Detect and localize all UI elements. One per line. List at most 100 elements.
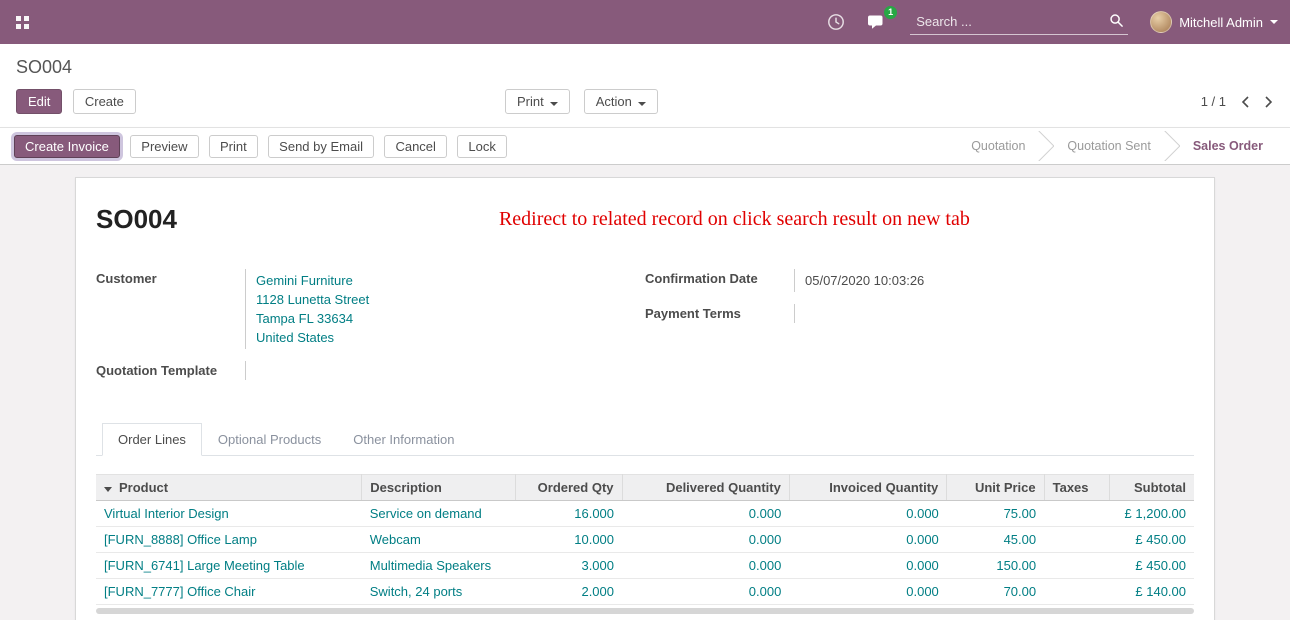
state-quotation-sent[interactable]: Quotation Sent xyxy=(1054,131,1163,161)
action-dropdown[interactable]: Action xyxy=(584,89,658,114)
user-menu[interactable]: Mitchell Admin xyxy=(1150,11,1278,33)
customer-street: 1128 Lunetta Street xyxy=(256,290,369,309)
print-button[interactable]: Print xyxy=(209,135,258,158)
table-row[interactable]: [FURN_8888] Office Lamp Webcam 10.000 0.… xyxy=(96,527,1194,553)
order-lines-table: Product Description Ordered Qty Delivere… xyxy=(96,474,1194,605)
breadcrumb-bar: SO004 xyxy=(0,44,1290,80)
notebook-tabs: Order Lines Optional Products Other Info… xyxy=(96,422,1194,456)
cell-delivered-qty: 0.000 xyxy=(622,501,789,527)
table-row[interactable]: Virtual Interior Design Service on deman… xyxy=(96,501,1194,527)
cell-product: Virtual Interior Design xyxy=(96,501,362,527)
messages-icon[interactable]: 1 xyxy=(867,13,888,31)
preview-button[interactable]: Preview xyxy=(130,135,198,158)
cell-ordered-qty: 16.000 xyxy=(516,501,622,527)
cell-description: Webcam xyxy=(362,527,516,553)
chevron-down-icon xyxy=(638,102,646,106)
pager: 1 / 1 xyxy=(1201,94,1274,109)
table-scrollbar[interactable] xyxy=(96,608,1194,614)
confirmation-date-value: 05/07/2020 10:03:26 xyxy=(795,269,924,292)
chevron-down-icon xyxy=(550,102,558,106)
user-name: Mitchell Admin xyxy=(1179,15,1263,30)
cell-taxes xyxy=(1044,501,1110,527)
create-button[interactable]: Create xyxy=(73,89,136,114)
pager-next-icon[interactable] xyxy=(1264,95,1274,109)
customer-country: United States xyxy=(256,328,369,347)
tab-order-lines[interactable]: Order Lines xyxy=(102,423,202,456)
cell-ordered-qty: 3.000 xyxy=(516,553,622,579)
col-invoiced-qty: Invoiced Quantity xyxy=(789,475,946,501)
cell-delivered-qty: 0.000 xyxy=(622,579,789,605)
col-product: Product xyxy=(96,475,362,501)
annotation-text: Redirect to related record on click sear… xyxy=(499,208,970,231)
cell-ordered-qty: 2.000 xyxy=(516,579,622,605)
search-input[interactable] xyxy=(910,9,1128,35)
apps-menu-icon[interactable] xyxy=(12,12,33,33)
customer-label: Customer xyxy=(96,269,246,349)
table-row[interactable]: [FURN_6741] Large Meeting Table Multimed… xyxy=(96,553,1194,579)
column-toggle-icon[interactable] xyxy=(104,487,112,492)
control-panel-buttons: Edit Create Print Action 1 / 1 xyxy=(0,80,1290,127)
cell-delivered-qty: 0.000 xyxy=(622,527,789,553)
cancel-button[interactable]: Cancel xyxy=(384,135,446,158)
cell-taxes xyxy=(1044,553,1110,579)
print-dropdown[interactable]: Print xyxy=(505,89,570,114)
sales-order-sheet: SO004 Redirect to related record on clic… xyxy=(75,177,1215,620)
messages-badge: 1 xyxy=(884,6,897,19)
col-ordered-qty: Ordered Qty xyxy=(516,475,622,501)
state-sales-order[interactable]: Sales Order xyxy=(1180,131,1276,161)
cell-unit-price: 45.00 xyxy=(947,527,1044,553)
col-description: Description xyxy=(362,475,516,501)
state-separator xyxy=(1164,131,1180,161)
create-invoice-button[interactable]: Create Invoice xyxy=(14,135,120,158)
quotation-template-value xyxy=(246,361,256,380)
right-field-group: Confirmation Date 05/07/2020 10:03:26 Pa… xyxy=(645,269,1194,392)
cell-description: Multimedia Speakers xyxy=(362,553,516,579)
search-icon[interactable] xyxy=(1109,13,1124,33)
edit-button[interactable]: Edit xyxy=(16,89,62,114)
tab-optional-products[interactable]: Optional Products xyxy=(202,423,337,456)
cell-delivered-qty: 0.000 xyxy=(622,553,789,579)
search-box xyxy=(910,9,1128,35)
statusbar: Create Invoice Preview Print Send by Ema… xyxy=(0,127,1290,165)
cp-center-buttons: Print Action xyxy=(505,89,658,114)
content-area: SO004 Redirect to related record on clic… xyxy=(0,165,1290,620)
state-separator xyxy=(1038,131,1054,161)
avatar xyxy=(1150,11,1172,33)
table-row[interactable]: [FURN_7777] Office Chair Switch, 24 port… xyxy=(96,579,1194,605)
customer-link[interactable]: Gemini Furniture xyxy=(256,273,353,288)
col-delivered-qty: Delivered Quantity xyxy=(622,475,789,501)
payment-terms-label: Payment Terms xyxy=(645,304,795,323)
pager-value[interactable]: 1 / 1 xyxy=(1201,94,1226,109)
cell-product: [FURN_8888] Office Lamp xyxy=(96,527,362,553)
breadcrumb: SO004 xyxy=(16,57,1274,78)
cell-subtotal: £ 1,200.00 xyxy=(1110,501,1194,527)
cell-description: Service on demand xyxy=(362,501,516,527)
chevron-down-icon xyxy=(1270,20,1278,24)
cell-subtotal: £ 140.00 xyxy=(1110,579,1194,605)
confirmation-date-label: Confirmation Date xyxy=(645,269,795,292)
top-navbar: 1 Mitchell Admin xyxy=(0,0,1290,44)
lock-button[interactable]: Lock xyxy=(457,135,506,158)
activities-clock-icon[interactable] xyxy=(827,13,845,31)
cell-taxes xyxy=(1044,527,1110,553)
cell-taxes xyxy=(1044,579,1110,605)
cell-description: Switch, 24 ports xyxy=(362,579,516,605)
cell-subtotal: £ 450.00 xyxy=(1110,527,1194,553)
left-field-group: Customer Gemini Furniture 1128 Lunetta S… xyxy=(96,269,645,392)
tab-other-information[interactable]: Other Information xyxy=(337,423,470,456)
state-quotation[interactable]: Quotation xyxy=(958,131,1038,161)
customer-value: Gemini Furniture 1128 Lunetta Street Tam… xyxy=(246,269,369,349)
cell-ordered-qty: 10.000 xyxy=(516,527,622,553)
statusbar-buttons: Create Invoice Preview Print Send by Ema… xyxy=(14,135,507,158)
cp-left-buttons: Edit Create xyxy=(16,89,136,114)
quotation-template-label: Quotation Template xyxy=(96,361,246,380)
cell-unit-price: 150.00 xyxy=(947,553,1044,579)
cell-unit-price: 70.00 xyxy=(947,579,1044,605)
cell-invoiced-qty: 0.000 xyxy=(789,579,946,605)
col-subtotal: Subtotal xyxy=(1110,475,1194,501)
cell-unit-price: 75.00 xyxy=(947,501,1044,527)
cell-product: [FURN_6741] Large Meeting Table xyxy=(96,553,362,579)
cell-invoiced-qty: 0.000 xyxy=(789,527,946,553)
send-by-email-button[interactable]: Send by Email xyxy=(268,135,374,158)
pager-previous-icon[interactable] xyxy=(1240,95,1250,109)
